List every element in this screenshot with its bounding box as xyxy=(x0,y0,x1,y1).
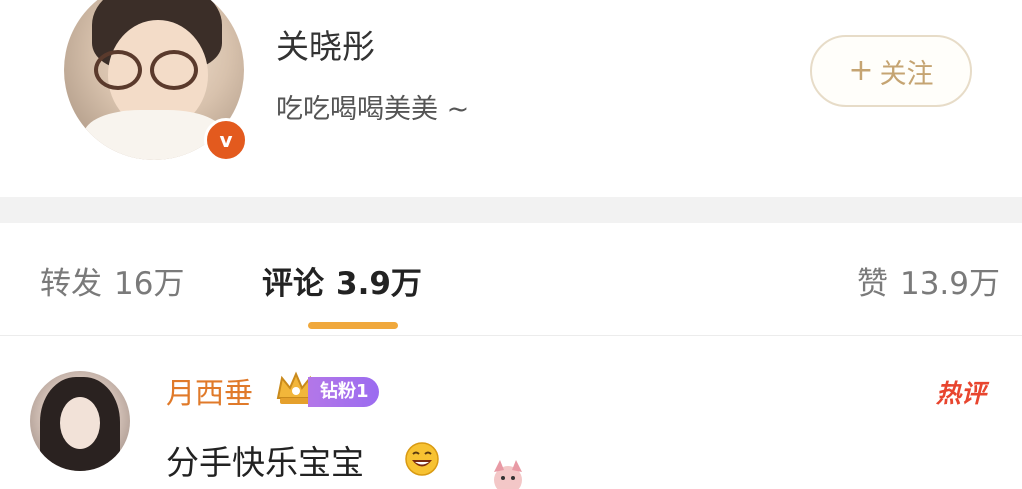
commenter-name[interactable]: 月西垂 xyxy=(166,370,253,412)
weibo-post-comments-view: v 关晓彤 吃吃喝喝美美 ~ + 关注 转发 16万 评论 3.9万 赞 13.9万 … xyxy=(0,0,1022,489)
verified-badge-icon: v xyxy=(204,118,248,162)
tab-repost-label: 转发 xyxy=(40,266,102,302)
comment-text: 分手快乐宝宝 xyxy=(166,443,364,482)
tab-like[interactable]: 赞 13.9万 xyxy=(857,258,1000,303)
fan-badge[interactable]: 钻粉1 xyxy=(308,377,379,407)
tab-like-label: 赞 xyxy=(856,266,888,302)
tab-like-count: 13.9万 xyxy=(899,266,1000,302)
profile-avatar[interactable]: v xyxy=(64,0,248,162)
tab-repost[interactable]: 转发 16万 xyxy=(40,258,184,303)
stats-tabs: 转发 16万 评论 3.9万 赞 13.9万 xyxy=(0,223,1022,338)
profile-bio: 吃吃喝喝美美 ~ xyxy=(276,94,470,125)
laughing-face-icon xyxy=(405,442,439,476)
tab-repost-count: 16万 xyxy=(114,266,185,302)
cartoon-sticker-icon xyxy=(494,460,522,489)
plus-icon: + xyxy=(848,53,874,88)
profile-header: v 关晓彤 吃吃喝喝美美 ~ + 关注 xyxy=(0,0,1022,196)
hot-comment-badge: 热评 xyxy=(935,379,986,408)
section-divider xyxy=(0,197,1022,223)
divider-line xyxy=(0,335,1022,336)
active-tab-indicator xyxy=(308,322,398,329)
tab-comment-count: 3.9万 xyxy=(336,266,422,302)
tab-comment[interactable]: 评论 3.9万 xyxy=(262,258,422,303)
tab-comment-label: 评论 xyxy=(262,266,324,302)
follow-button[interactable]: + 关注 xyxy=(810,35,972,107)
profile-name[interactable]: 关晓彤 xyxy=(276,20,375,68)
comment-item: 月西垂 钻粉1 热评 分手快乐宝宝 xyxy=(0,338,1022,489)
commenter-avatar[interactable] xyxy=(30,371,130,471)
follow-label: 关注 xyxy=(879,58,934,90)
